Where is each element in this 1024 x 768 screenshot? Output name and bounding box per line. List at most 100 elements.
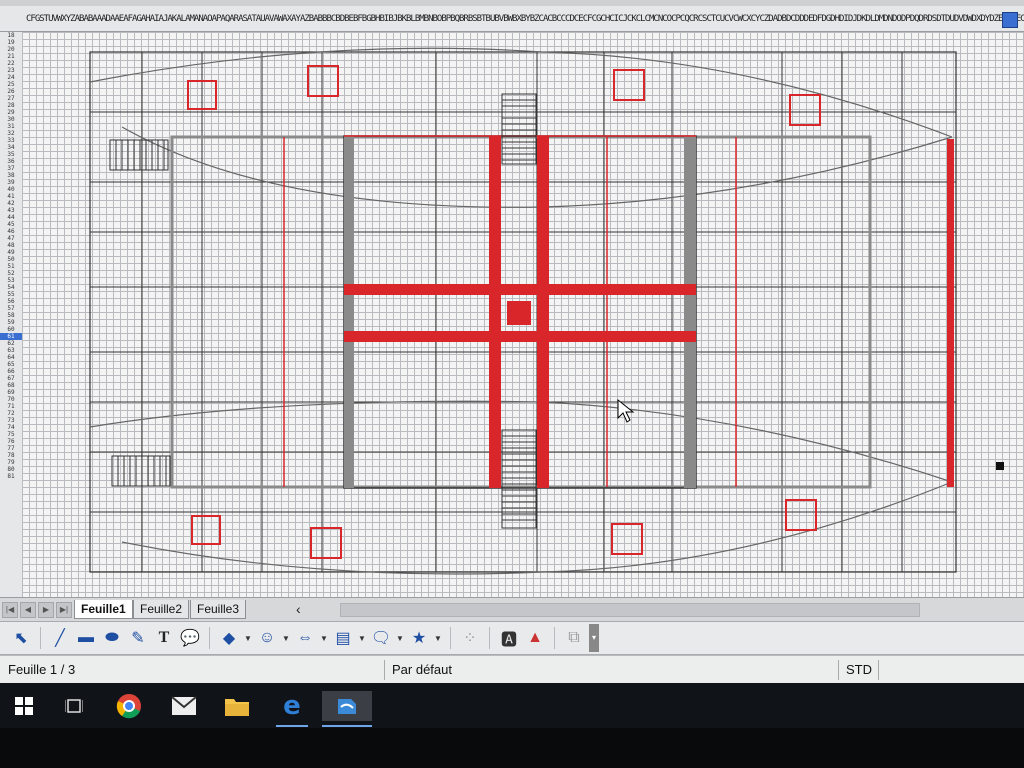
row-number[interactable]: 62 bbox=[0, 340, 22, 347]
row-number[interactable]: 31 bbox=[0, 123, 22, 130]
row-number[interactable]: 58 bbox=[0, 312, 22, 319]
row-number[interactable]: 43 bbox=[0, 207, 22, 214]
row-number[interactable]: 35 bbox=[0, 151, 22, 158]
row-number[interactable]: 19 bbox=[0, 39, 22, 46]
row-number[interactable]: 47 bbox=[0, 235, 22, 242]
row-number[interactable]: 40 bbox=[0, 186, 22, 193]
prev-sheet-button[interactable]: ◀ bbox=[20, 602, 36, 618]
row-number[interactable]: 29 bbox=[0, 109, 22, 116]
row-number[interactable]: 54 bbox=[0, 284, 22, 291]
dropdown-arrow-icon[interactable]: ▼ bbox=[434, 634, 442, 643]
pencil-icon[interactable]: ✎ bbox=[127, 627, 149, 649]
row-number[interactable]: 60 bbox=[0, 326, 22, 333]
row-number[interactable]: 69 bbox=[0, 389, 22, 396]
row-number[interactable]: 66 bbox=[0, 368, 22, 375]
diamond-icon[interactable]: ◆ bbox=[218, 627, 240, 649]
row-number[interactable]: 30 bbox=[0, 116, 22, 123]
row-number[interactable]: 64 bbox=[0, 354, 22, 361]
text-icon[interactable]: T bbox=[153, 627, 175, 649]
line-icon[interactable]: ╱ bbox=[49, 627, 71, 649]
extrusion-icon[interactable]: ⧉ bbox=[563, 627, 585, 649]
row-number[interactable]: 42 bbox=[0, 200, 22, 207]
ellipse-icon[interactable]: ⬬ bbox=[101, 627, 123, 649]
anchor-marker-icon[interactable] bbox=[996, 462, 1004, 470]
dropdown-arrow-icon[interactable]: ▼ bbox=[396, 634, 404, 643]
row-number[interactable]: 80 bbox=[0, 466, 22, 473]
row-number[interactable]: 75 bbox=[0, 431, 22, 438]
row-number[interactable]: 59 bbox=[0, 319, 22, 326]
row-number[interactable]: 27 bbox=[0, 95, 22, 102]
row-number[interactable]: 67 bbox=[0, 375, 22, 382]
row-number[interactable]: 57 bbox=[0, 305, 22, 312]
row-number[interactable]: 22 bbox=[0, 60, 22, 67]
flowchart-icon[interactable]: ▤ bbox=[332, 627, 354, 649]
row-number[interactable]: 53 bbox=[0, 277, 22, 284]
smiley-icon[interactable]: ☺ bbox=[256, 627, 278, 649]
edge-icon[interactable]: e bbox=[276, 691, 308, 727]
row-number[interactable]: 51 bbox=[0, 263, 22, 270]
row-number[interactable]: 72 bbox=[0, 410, 22, 417]
row-number[interactable]: 38 bbox=[0, 172, 22, 179]
row-number[interactable]: 77 bbox=[0, 445, 22, 452]
points-icon[interactable]: ⁘ bbox=[459, 627, 481, 649]
file-explorer-icon[interactable] bbox=[221, 691, 253, 721]
row-number[interactable]: 70 bbox=[0, 396, 22, 403]
toolbar-overflow-icon[interactable]: ▾ bbox=[589, 624, 599, 652]
mail-icon[interactable] bbox=[168, 691, 200, 721]
row-number[interactable]: 55 bbox=[0, 291, 22, 298]
spreadsheet-grid[interactable] bbox=[22, 32, 1024, 597]
row-number[interactable]: 34 bbox=[0, 144, 22, 151]
row-number[interactable]: 24 bbox=[0, 74, 22, 81]
fontwork-icon[interactable]: 🅰 bbox=[498, 627, 520, 649]
insert-image-icon[interactable]: ▲ bbox=[524, 627, 546, 649]
row-number[interactable]: 23 bbox=[0, 67, 22, 74]
tab-feuille3[interactable]: Feuille3 bbox=[190, 600, 247, 619]
row-number[interactable]: 32 bbox=[0, 130, 22, 137]
dropdown-arrow-icon[interactable]: ▼ bbox=[358, 634, 366, 643]
row-number[interactable]: 76 bbox=[0, 438, 22, 445]
row-number[interactable]: 61 bbox=[0, 333, 22, 340]
speech-bubble-icon[interactable]: 🗨 bbox=[370, 627, 392, 649]
row-number[interactable]: 63 bbox=[0, 347, 22, 354]
row-number[interactable]: 56 bbox=[0, 298, 22, 305]
libreoffice-icon[interactable] bbox=[322, 691, 372, 727]
row-number[interactable]: 44 bbox=[0, 214, 22, 221]
row-number[interactable]: 21 bbox=[0, 53, 22, 60]
selection-mode[interactable]: STD bbox=[846, 662, 872, 677]
chevron-left-icon[interactable]: ‹ bbox=[296, 601, 301, 617]
row-number[interactable]: 50 bbox=[0, 256, 22, 263]
row-number[interactable]: 73 bbox=[0, 417, 22, 424]
row-number[interactable]: 74 bbox=[0, 424, 22, 431]
row-number[interactable]: 46 bbox=[0, 228, 22, 235]
dropdown-arrow-icon[interactable]: ▼ bbox=[282, 634, 290, 643]
row-number[interactable]: 45 bbox=[0, 221, 22, 228]
row-number[interactable]: 49 bbox=[0, 249, 22, 256]
tab-feuille1[interactable]: Feuille1 bbox=[74, 600, 133, 619]
callout-icon[interactable]: 💬 bbox=[179, 627, 201, 649]
star-icon[interactable]: ★ bbox=[408, 627, 430, 649]
select-all-button[interactable] bbox=[1002, 12, 1018, 28]
row-number[interactable]: 25 bbox=[0, 81, 22, 88]
row-number[interactable]: 41 bbox=[0, 193, 22, 200]
select-icon[interactable]: ⬉ bbox=[10, 627, 32, 649]
row-number[interactable]: 68 bbox=[0, 382, 22, 389]
horizontal-scrollbar[interactable] bbox=[340, 603, 920, 617]
row-number[interactable]: 78 bbox=[0, 452, 22, 459]
row-number[interactable]: 52 bbox=[0, 270, 22, 277]
row-number[interactable]: 18 bbox=[0, 32, 22, 39]
tab-feuille2[interactable]: Feuille2 bbox=[133, 600, 190, 619]
row-number[interactable]: 37 bbox=[0, 165, 22, 172]
row-number[interactable]: 79 bbox=[0, 459, 22, 466]
rectangle-icon[interactable]: ▬ bbox=[75, 627, 97, 649]
row-number[interactable]: 65 bbox=[0, 361, 22, 368]
row-number[interactable]: 81 bbox=[0, 473, 22, 480]
row-number[interactable]: 26 bbox=[0, 88, 22, 95]
row-number[interactable]: 33 bbox=[0, 137, 22, 144]
chrome-icon[interactable] bbox=[113, 691, 145, 721]
dropdown-arrow-icon[interactable]: ▼ bbox=[244, 634, 252, 643]
row-number[interactable]: 48 bbox=[0, 242, 22, 249]
page-style[interactable]: Par défaut bbox=[392, 662, 452, 677]
row-number[interactable]: 39 bbox=[0, 179, 22, 186]
row-number[interactable]: 28 bbox=[0, 102, 22, 109]
last-sheet-button[interactable]: ▶| bbox=[56, 602, 72, 618]
